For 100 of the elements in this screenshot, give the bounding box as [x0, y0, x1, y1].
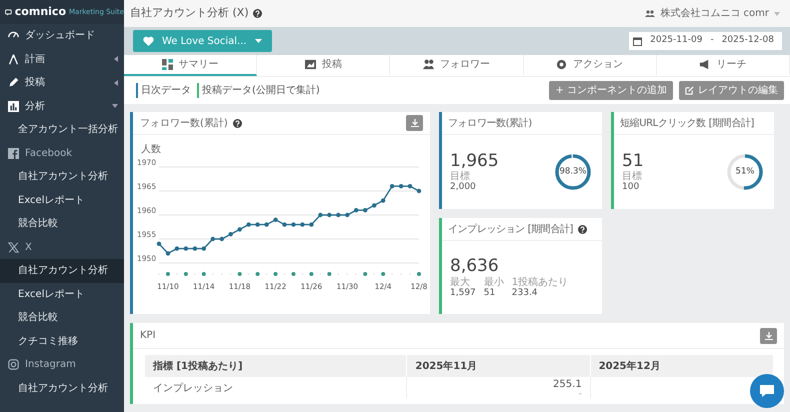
sidebar-item[interactable]: ダッシュボード: [0, 24, 124, 48]
axis-title: 人数: [141, 144, 161, 155]
data-point: [255, 222, 260, 227]
stat-value: 1,597: [450, 288, 476, 299]
column-header: 2025年11月: [406, 355, 590, 377]
data-point: [238, 227, 242, 232]
data-point: [390, 184, 394, 188]
company-menu[interactable]: 株式会社コムニコ comr: [660, 6, 769, 21]
data-point: [408, 184, 412, 188]
data-point: [174, 246, 180, 251]
stat-value: 2,000: [450, 182, 476, 194]
sidebar-item[interactable]: Excelレポート: [0, 188, 124, 212]
data-point: [282, 222, 287, 227]
data-point: [291, 222, 296, 227]
download-button[interactable]: [406, 115, 423, 131]
caret-icon: [254, 39, 262, 43]
camera-icon: [8, 359, 19, 370]
start-date[interactable]: 2025-11-09: [650, 34, 702, 48]
grid-icon: [162, 59, 173, 70]
cell-change: -: [578, 390, 582, 398]
column-header: 2025年12月: [590, 355, 774, 377]
end-date[interactable]: 2025-12-08: [722, 34, 774, 48]
sidebar-section: X: [0, 236, 124, 259]
data-point: [192, 246, 198, 251]
megaphone-icon: [699, 59, 710, 70]
sidebar-item[interactable]: 競合比較: [0, 306, 124, 330]
download-button[interactable]: [760, 328, 777, 344]
data-point: [156, 242, 162, 246]
data-point: [273, 218, 278, 222]
cell-value: 255.1: [552, 379, 582, 390]
data-point: [336, 212, 340, 218]
data-point: [202, 246, 206, 251]
data-point: [354, 208, 358, 212]
percent-label: 98.3%: [560, 166, 586, 178]
stat-value: 100: [622, 182, 640, 194]
x-logo-icon: [8, 242, 19, 253]
data-point: [246, 222, 251, 227]
page-title: 自社アカウント分析 (X): [130, 5, 249, 22]
metric-value: 51: [622, 150, 644, 171]
sidebar-item[interactable]: 自社アカウント分析: [0, 376, 124, 400]
percent-label: 51%: [736, 166, 754, 178]
legend-item: 日次データ: [136, 83, 191, 98]
stat-value: 233.4: [512, 288, 539, 299]
card-title: インプレッション [期間合計]: [448, 222, 573, 236]
data-point: [363, 208, 368, 212]
sidebar-item[interactable]: 競合比較: [0, 212, 124, 236]
date-separator: -: [710, 34, 714, 48]
data-point: [300, 222, 305, 227]
stat-label: 1投稿あたり: [512, 276, 568, 288]
data-point: [228, 232, 233, 236]
stat-label: 最大: [450, 276, 471, 288]
people-icon: [423, 59, 434, 70]
table-cell: インプレッション: [145, 377, 407, 398]
sidebar-item[interactable]: Excelレポート: [0, 282, 124, 306]
people-icon: [645, 10, 656, 17]
legend-item: 投稿データ(公開日で集計): [197, 83, 320, 98]
sidebar-item[interactable]: 計画: [0, 48, 124, 71]
stat-label: 目標: [450, 171, 470, 182]
sidebar-item[interactable]: 全アカウント一括分析: [0, 118, 124, 142]
stat-value: 51: [484, 288, 496, 299]
caret-icon: [774, 12, 780, 16]
card-title: フォロワー数(累計): [448, 116, 532, 130]
brand-name: comnico: [14, 4, 66, 20]
sidebar-item[interactable]: 自社アカウント分析: [0, 259, 124, 282]
data-point: [166, 251, 170, 256]
data-point: [309, 222, 314, 227]
facebook-icon: [8, 148, 19, 159]
download-icon: [764, 332, 772, 340]
stat-label: 目標: [622, 171, 642, 182]
bar-chart-icon: [8, 100, 19, 112]
help-icon: [232, 118, 242, 128]
data-point: [416, 188, 422, 194]
data-point: [264, 222, 269, 227]
stat-label: 最小: [484, 276, 504, 288]
metric-value: 1,965: [450, 150, 499, 171]
sidebar-item[interactable]: クチコミ推移: [0, 330, 124, 353]
data-point: [398, 184, 404, 188]
data-point: [380, 198, 386, 203]
sidebar-section: Facebook: [0, 142, 124, 165]
data-point: [372, 203, 376, 208]
sidebar-item[interactable]: 自社アカウント分析: [0, 165, 124, 188]
heart-icon: [143, 36, 154, 46]
tab[interactable]: サマリー: [124, 55, 258, 76]
column-header: 指標 [1投稿あたり]: [145, 355, 407, 377]
image-icon: [304, 59, 316, 70]
pencil-icon: [8, 77, 19, 88]
chat-icon: [759, 384, 775, 398]
edit-icon: [685, 86, 694, 95]
logo-icon: [5, 6, 12, 18]
sidebar-item[interactable]: 投稿: [0, 71, 124, 94]
card-title: 短縮URLクリック数 [期間合計]: [620, 116, 754, 130]
data-point: [220, 236, 224, 242]
card-title: KPI: [140, 329, 156, 343]
data-point: [210, 236, 215, 242]
data-point: [184, 246, 188, 251]
download-icon: [410, 119, 418, 127]
sidebar-item[interactable]: 分析: [0, 94, 124, 118]
data-point: [318, 212, 323, 218]
data-point: [345, 212, 350, 218]
sidebar-section: Instagram: [0, 353, 124, 376]
